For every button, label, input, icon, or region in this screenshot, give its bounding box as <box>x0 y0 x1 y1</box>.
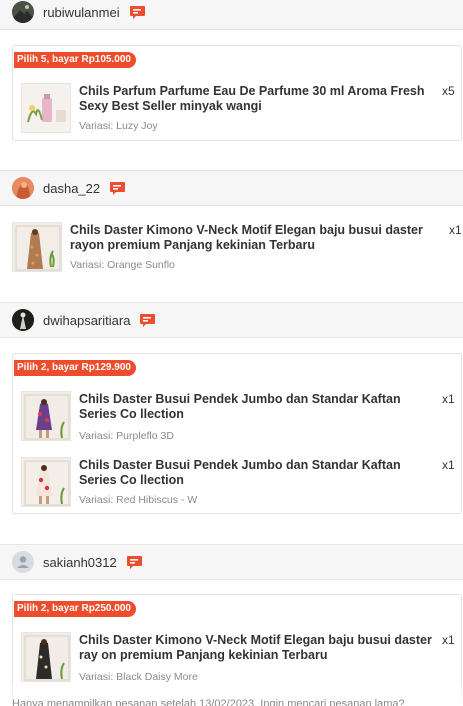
product-thumbnail[interactable] <box>21 83 71 133</box>
product-quantity: x1 <box>442 633 455 647</box>
order-card[interactable]: Pilih 2, bayar Rp129.900 Chils Daster Bu… <box>12 353 462 514</box>
seller-avatar[interactable] <box>12 177 34 199</box>
order-item[interactable]: Chils Parfum Parfume Eau De Parfume 30 m… <box>13 82 463 134</box>
order-card[interactable]: Pilih 5, bayar Rp105.000 Chils Parfum Pa… <box>12 45 462 141</box>
older-orders-notice[interactable]: Hanya menampilkan pesanan setelah 13/02/… <box>12 698 405 706</box>
product-quantity: x1 <box>442 392 455 406</box>
product-title[interactable]: Chils Daster Kimono V-Neck Motif Elegan … <box>70 223 440 253</box>
product-thumbnail[interactable] <box>21 457 71 507</box>
seller-name[interactable]: dasha_22 <box>43 181 100 196</box>
seller-name[interactable]: rubiwulanmei <box>43 5 120 20</box>
seller-name[interactable]: dwihapsaritiara <box>43 313 130 328</box>
product-variant: Variasi: Red Hibiscus - W <box>79 494 198 506</box>
order-item[interactable]: Chils Daster Busui Pendek Jumbo dan Stan… <box>13 456 463 508</box>
seller-name[interactable]: sakianh0312 <box>43 555 117 570</box>
default-avatar-icon[interactable] <box>12 551 34 573</box>
seller-header[interactable]: dasha_22 <box>0 170 463 206</box>
seller-header[interactable]: rubiwulanmei <box>0 0 463 30</box>
promo-badge: Pilih 2, bayar Rp129.900 <box>14 360 136 376</box>
product-title[interactable]: Chils Daster Busui Pendek Jumbo dan Stan… <box>79 458 441 488</box>
promo-badge: Pilih 2, bayar Rp250.000 <box>14 601 136 617</box>
product-variant: Variasi: Purpleflo 3D <box>79 430 174 442</box>
promo-badge: Pilih 5, bayar Rp105.000 <box>14 52 136 68</box>
product-quantity: x1 <box>442 458 455 472</box>
order-item[interactable]: Chils Daster Kimono V-Neck Motif Elegan … <box>0 221 462 273</box>
chat-icon[interactable] <box>140 313 156 327</box>
chat-icon[interactable] <box>126 555 142 569</box>
product-title[interactable]: Chils Daster Kimono V-Neck Motif Elegan … <box>79 633 441 663</box>
chat-icon[interactable] <box>110 181 126 195</box>
product-thumbnail[interactable] <box>21 632 71 682</box>
seller-avatar[interactable] <box>12 309 34 331</box>
chat-icon[interactable] <box>129 5 145 19</box>
product-thumbnail[interactable] <box>21 391 71 441</box>
product-thumbnail[interactable] <box>12 222 62 272</box>
seller-header[interactable]: dwihapsaritiara <box>0 302 463 338</box>
product-quantity: x5 <box>442 84 455 98</box>
seller-avatar[interactable] <box>12 1 34 23</box>
product-title[interactable]: Chils Parfum Parfume Eau De Parfume 30 m… <box>79 84 439 114</box>
order-item[interactable]: Chils Daster Busui Pendek Jumbo dan Stan… <box>13 390 463 442</box>
product-variant: Variasi: Orange Sunflo <box>70 259 175 271</box>
product-title[interactable]: Chils Daster Busui Pendek Jumbo dan Stan… <box>79 392 441 422</box>
product-variant: Variasi: Luzy Joy <box>79 120 158 132</box>
seller-header[interactable]: sakianh0312 <box>0 544 463 580</box>
order-item[interactable]: Chils Daster Kimono V-Neck Motif Elegan … <box>13 631 463 683</box>
product-quantity: x1 <box>449 223 462 237</box>
